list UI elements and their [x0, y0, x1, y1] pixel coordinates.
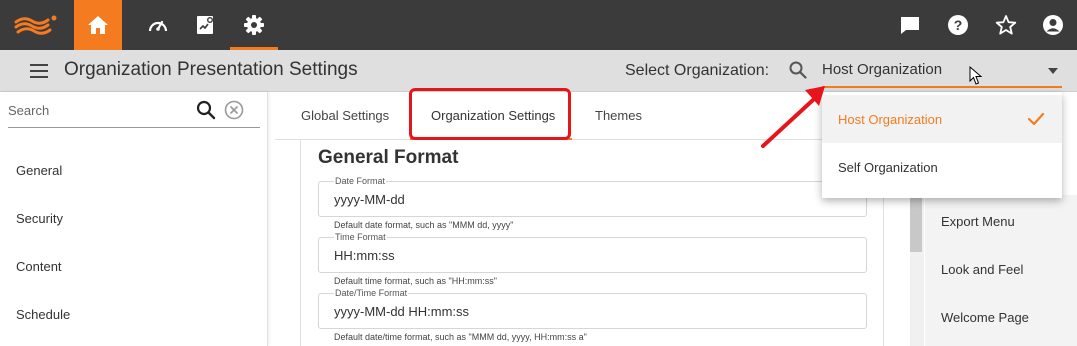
annotation-highlight-box: [409, 88, 571, 140]
nav-chat-button[interactable]: [886, 0, 934, 50]
dropdown-option-self-organization[interactable]: Self Organization: [822, 143, 1062, 191]
sidebar-search: [8, 96, 260, 128]
tab-themes[interactable]: Themes: [595, 108, 642, 123]
time-format-field[interactable]: Time Format HH:mm:ss: [318, 232, 867, 273]
nav-settings-button[interactable]: [230, 0, 278, 50]
star-icon: [995, 15, 1017, 35]
sidebar-item-schedule[interactable]: Schedule: [16, 307, 70, 322]
help-icon: ?: [948, 15, 968, 35]
page-title: Organization Presentation Settings: [64, 59, 358, 80]
field-hint: Default date format, such as "MMM dd, yy…: [334, 220, 514, 230]
field-hint: Default time format, such as "HH:mm:ss": [334, 276, 497, 286]
speedometer-icon: [148, 20, 168, 32]
tab-global-settings[interactable]: Global Settings: [301, 108, 389, 123]
select-underline: [822, 86, 1062, 88]
nav-report-button[interactable]: [182, 0, 230, 50]
chat-icon: [901, 17, 919, 34]
sidebar-item-security[interactable]: Security: [16, 211, 63, 226]
field-hint: Default date/time format, such as "MMM d…: [334, 332, 587, 342]
section-title: General Format: [318, 147, 459, 168]
section-link-export-menu[interactable]: Export Menu: [941, 214, 1015, 229]
settings-sidebar: General Security Content Schedule: [0, 92, 268, 346]
svg-text:?: ?: [954, 17, 963, 33]
home-icon: [88, 16, 108, 34]
sidebar-item-content[interactable]: Content: [16, 259, 62, 274]
section-link-welcome-page[interactable]: Welcome Page: [941, 310, 1029, 325]
nav-performance-button[interactable]: [134, 0, 182, 50]
nav-home-button[interactable]: [74, 0, 122, 50]
nav-help-button[interactable]: ?: [934, 0, 982, 50]
mouse-cursor-icon: [969, 66, 983, 85]
field-value: HH:mm:ss: [334, 248, 395, 263]
page-header: Organization Presentation Settings Selec…: [0, 50, 1077, 92]
nav-account-button[interactable]: [1029, 0, 1077, 50]
top-navbar: ?: [0, 0, 1077, 50]
check-icon: [1027, 112, 1045, 126]
field-label: Date/Time Format: [334, 288, 409, 298]
datetime-format-field[interactable]: Date/Time Format yyyy-MM-dd HH:mm:ss: [318, 288, 867, 329]
section-link-look-and-feel[interactable]: Look and Feel: [941, 262, 1023, 277]
annotation-arrow-icon: [761, 86, 825, 148]
organization-select-value: Host Organization: [822, 61, 943, 78]
gear-icon: [244, 15, 264, 35]
field-value: yyyy-MM-dd HH:mm:ss: [334, 304, 470, 319]
search-icon[interactable]: [196, 100, 216, 120]
report-icon: [197, 16, 213, 34]
field-label: Time Format: [334, 232, 387, 242]
logi-logo[interactable]: [14, 12, 60, 38]
date-format-field[interactable]: Date Format yyyy-MM-dd: [318, 176, 867, 217]
search-icon[interactable]: [789, 61, 807, 79]
option-label: Self Organization: [838, 160, 938, 175]
search-input[interactable]: [8, 103, 188, 118]
clear-icon[interactable]: [224, 100, 244, 120]
option-label: Host Organization: [838, 112, 943, 127]
organization-dropdown-menu: Host Organization Self Organization: [822, 92, 1062, 198]
field-label: Date Format: [334, 176, 387, 186]
organization-select[interactable]: Host Organization: [822, 54, 1062, 88]
dropdown-option-host-organization[interactable]: Host Organization: [822, 95, 1062, 143]
sidebar-item-general[interactable]: General: [16, 163, 62, 178]
hamburger-menu-icon[interactable]: [30, 64, 48, 78]
field-value: yyyy-MM-dd: [334, 192, 405, 207]
select-organization-label: Select Organization:: [625, 62, 770, 79]
account-icon: [1043, 15, 1063, 35]
chevron-down-icon: [1048, 68, 1058, 74]
nav-favorites-button[interactable]: [982, 0, 1030, 50]
